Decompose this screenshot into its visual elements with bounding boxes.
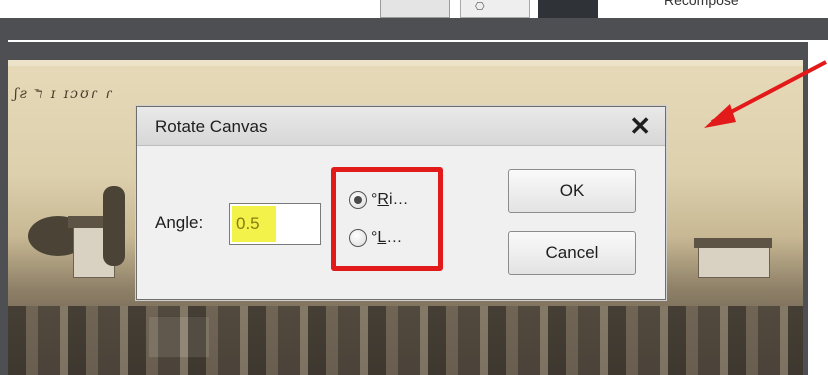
radio-button-unchecked[interactable] — [349, 229, 367, 247]
dialog-titlebar[interactable]: Rotate Canvas ✕ — [137, 107, 665, 146]
angle-label: Angle: — [155, 213, 204, 232]
radio-button-checked[interactable] — [349, 191, 367, 209]
dialog-title: Rotate Canvas — [155, 117, 268, 136]
radio-left-label: °L… — [371, 229, 403, 246]
rotate-canvas-dialog: Rotate Canvas ✕ Angle: °Ri… °L… OK Cance… — [136, 106, 666, 300]
ok-button[interactable]: OK — [508, 169, 636, 213]
angle-input[interactable] — [232, 206, 276, 242]
close-icon[interactable]: ✕ — [629, 111, 651, 141]
radio-right-label: °Ri… — [371, 191, 409, 208]
radio-rotate-right[interactable]: °Ri… — [349, 191, 409, 209]
angle-field-box[interactable] — [229, 203, 321, 245]
radio-rotate-left[interactable]: °L… — [349, 229, 402, 247]
annotation-highlight-box — [331, 167, 443, 271]
cancel-button[interactable]: Cancel — [508, 231, 636, 275]
